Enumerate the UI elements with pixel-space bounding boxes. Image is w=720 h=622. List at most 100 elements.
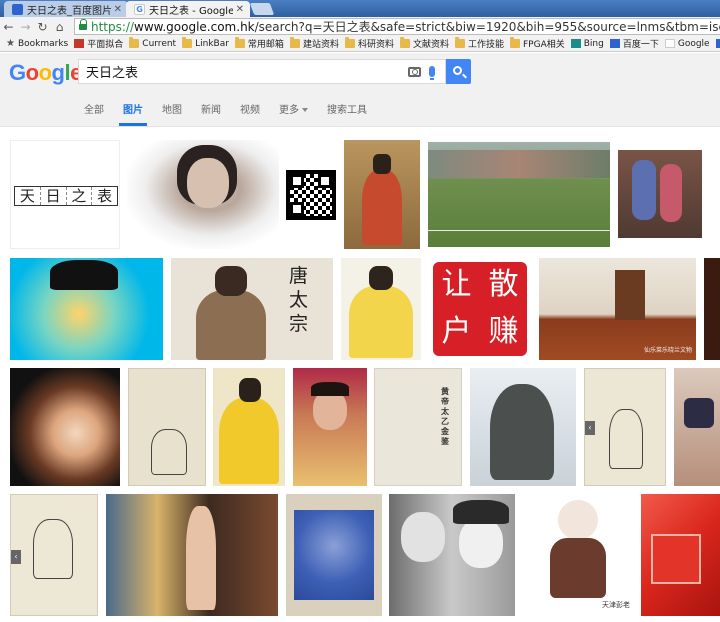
image-result-couple-photo[interactable] (618, 150, 702, 238)
image-result-man-portrait[interactable] (10, 258, 163, 360)
folder-icon (344, 37, 355, 48)
bookmark-item[interactable]: Google (664, 38, 710, 49)
image-result-dark-partial[interactable] (704, 258, 720, 360)
image-result-qr-code[interactable] (286, 170, 336, 220)
image-result-yellow-robe-emperor[interactable] (341, 258, 421, 360)
wechat-watermark: 仙乐菜乐晓兰文物 (643, 347, 692, 354)
tab-label: 搜索工具 (327, 105, 367, 116)
tab-images[interactable]: 图片 (119, 101, 147, 126)
qr-marker (318, 174, 332, 188)
image-result-woman-portrait[interactable] (127, 140, 279, 249)
book-title: 黄帝太乙金鉴 (441, 387, 449, 446)
bookmark-item[interactable]: 工作技能 (454, 37, 504, 50)
image-result-fashion-photo[interactable] (106, 494, 278, 616)
image-result-model-photo[interactable] (674, 368, 720, 486)
tab-maps[interactable]: 地图 (162, 101, 182, 116)
back-arrow-icon[interactable]: ← (0, 20, 17, 34)
image-result-jade-carving[interactable] (10, 368, 120, 486)
image-result-qing-portrait[interactable] (389, 494, 515, 616)
bookmark-item[interactable]: FPGA相关 (510, 37, 565, 50)
figure-sketch (33, 519, 73, 579)
close-tab-icon[interactable]: ✕ (233, 4, 244, 15)
tab-videos[interactable]: 视频 (240, 101, 260, 116)
painted-robe (362, 170, 402, 245)
bookmark-label: Bookmarks (17, 38, 69, 49)
bookmark-label: 建站资料 (302, 40, 339, 50)
url-text[interactable]: https://www.google.com.hk/search?q=天日之表&… (91, 19, 720, 34)
image-result-tang-taizong[interactable]: 唐太宗 (171, 258, 333, 360)
tab-title: 天日之表 - Google 搜索 (149, 5, 233, 17)
logo-letter: o (25, 60, 39, 85)
seal-char: 户 (441, 314, 472, 349)
google-logo[interactable]: Google (9, 60, 82, 86)
calligraphy-char: 日 (41, 187, 67, 205)
bookmark-item[interactable]: 文献资料 (399, 37, 449, 50)
bookmarks-bar: ★ Bookmarks 平面拟合 Current LinkBar 常用邮箱 建站资料 科研资料… (0, 36, 720, 52)
tab-search-tools[interactable]: 搜索工具 (327, 101, 367, 116)
tab-all[interactable]: 全部 (84, 101, 104, 116)
image-result-drama-actor[interactable] (293, 368, 367, 486)
bookmark-label: Google (677, 38, 710, 49)
tab-news[interactable]: 新闻 (201, 101, 221, 116)
search-input[interactable]: 天日之表 (78, 59, 446, 84)
tab-baidu-images[interactable]: 天日之表_百度图片搜索 ✕ (4, 1, 128, 17)
portrait-hair (50, 260, 118, 290)
bookmark-item[interactable]: ★ Bookmarks (6, 38, 68, 49)
carousel-prev-arrow[interactable]: ‹ (11, 550, 21, 564)
image-result-martial-manual-3[interactable]: ‹ (10, 494, 98, 616)
tab-label: 地图 (162, 105, 182, 116)
painted-head (369, 266, 393, 290)
tab-google-search[interactable]: G 天日之表 - Google 搜索 ✕ (126, 1, 250, 17)
bookmark-item[interactable]: LinkBar (182, 37, 229, 49)
baidu-icon (609, 39, 620, 48)
image-result-calligraphy[interactable]: 天 日 之 表 (10, 140, 120, 249)
image-result-red-seal[interactable]: 让 散 户 赚 (429, 258, 531, 360)
image-result-football-field[interactable] (428, 142, 610, 247)
logo-letter: g (51, 60, 65, 85)
buildings (428, 150, 610, 178)
address-bar[interactable]: https://www.google.com.hk/search?q=天日之表&… (74, 18, 720, 35)
new-tab-button[interactable] (249, 3, 275, 15)
tab-label: 全部 (84, 105, 104, 116)
carousel-prev-arrow[interactable]: ‹ (585, 421, 595, 435)
bookmark-item[interactable]: 建站资料 (289, 37, 339, 50)
seal-block: 让 散 户 赚 (433, 262, 527, 356)
gift-box (651, 534, 701, 584)
search-query[interactable]: 天日之表 (86, 62, 408, 81)
bookmark-item[interactable]: Current (129, 37, 176, 49)
image-result-blue-old-photo[interactable] (286, 494, 382, 616)
bookmark-item[interactable]: Bing (570, 38, 604, 49)
seal-char: 赚 (488, 314, 519, 349)
model-figure (186, 506, 216, 610)
bookmark-label: 平面拟合 (87, 40, 124, 50)
search-button[interactable] (446, 59, 471, 84)
home-icon[interactable]: ⌂ (51, 20, 68, 34)
image-result-book-page[interactable]: 黄帝太乙金鉴 (374, 368, 462, 486)
bookmark-item[interactable]: 科研资料 (344, 37, 394, 50)
image-result-red-gift-box[interactable] (641, 494, 720, 616)
baidu-map-icon (715, 39, 720, 48)
microphone-icon[interactable] (429, 66, 435, 80)
bookmark-item[interactable]: 百度一下 (609, 37, 659, 50)
forward-arrow-icon[interactable]: → (17, 20, 34, 34)
doorway (615, 270, 645, 320)
image-result-statue[interactable] (470, 368, 576, 486)
reload-icon[interactable]: ↻ (34, 20, 51, 34)
person-figure (660, 164, 682, 222)
close-tab-icon[interactable]: ✕ (111, 4, 122, 15)
tab-more[interactable]: 更多 (279, 101, 308, 116)
image-result-martial-manual-2[interactable]: ‹ (584, 368, 666, 486)
baby-face (558, 500, 598, 540)
image-result-interior-room[interactable]: 仙乐菜乐晓兰文物 (539, 258, 696, 360)
image-result-baby-photo[interactable]: 天津彭老 (522, 494, 634, 616)
image-result-yellow-emperor-portrait[interactable] (213, 368, 285, 486)
google-g-icon: G (134, 3, 145, 15)
camera-icon[interactable] (408, 66, 421, 77)
bookmark-item[interactable]: 百度地图 (715, 37, 720, 50)
bookmark-label: Bing (583, 38, 604, 49)
bookmark-item[interactable]: 平面拟合 (74, 37, 123, 50)
qr-marker (290, 202, 304, 216)
image-result-emperor-painting[interactable] (344, 140, 420, 249)
bookmark-item[interactable]: 常用邮箱 (234, 37, 284, 50)
image-result-martial-manual-1[interactable] (128, 368, 206, 486)
